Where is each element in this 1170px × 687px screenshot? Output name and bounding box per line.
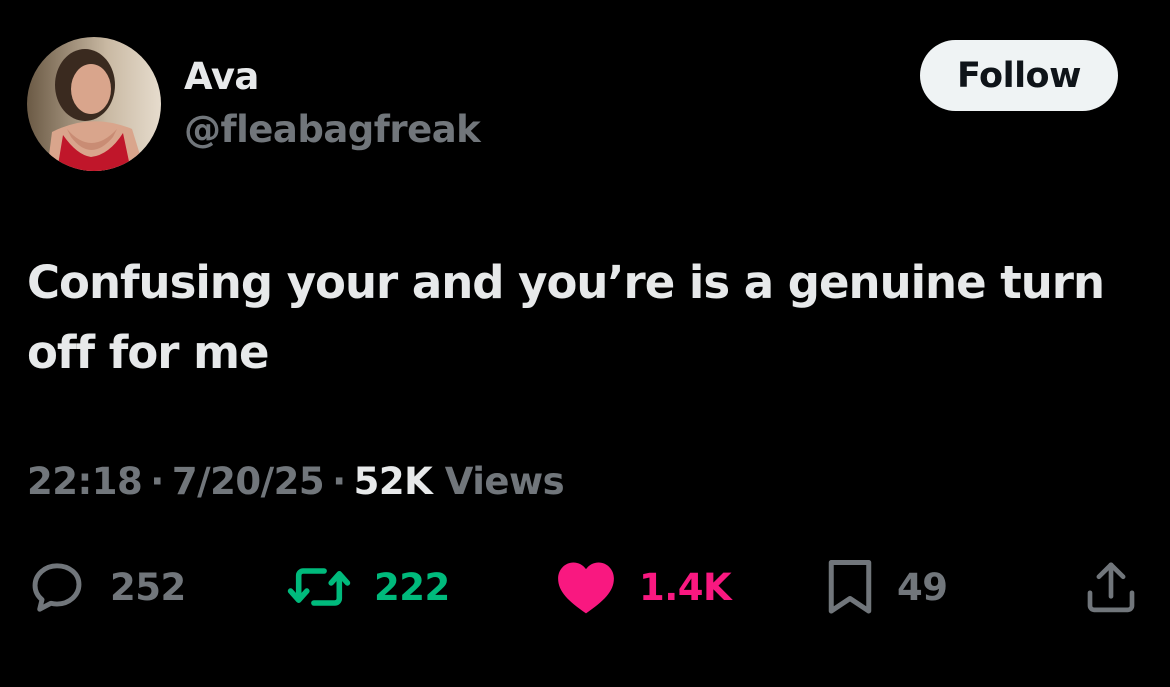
bookmark-button[interactable]: 49	[825, 555, 948, 619]
tweet-time[interactable]: 22:18	[27, 460, 143, 503]
action-bar: 252 222 1.4K 49	[0, 555, 1170, 619]
reply-icon	[32, 563, 82, 612]
reply-button[interactable]: 252	[26, 555, 186, 619]
bookmark-icon	[828, 560, 872, 614]
meta-separator: ·	[150, 460, 164, 503]
tweet-meta: 22:18 · 7/20/25 · 52K Views	[27, 460, 565, 503]
like-count: 1.4K	[639, 565, 732, 609]
like-button[interactable]: 1.4K	[555, 555, 732, 619]
share-button[interactable]	[1083, 555, 1139, 619]
profile-photo-icon	[27, 37, 161, 171]
meta-separator: ·	[332, 460, 346, 503]
retweet-count: 222	[374, 565, 450, 609]
heart-icon	[558, 562, 614, 614]
tweet-text: Confusing your and you’re is a genuine t…	[27, 256, 1105, 379]
user-handle[interactable]: @fleabagfreak	[184, 108, 481, 151]
views-count: 52K	[353, 460, 433, 503]
display-name[interactable]: Ava	[184, 55, 259, 98]
reply-count: 252	[110, 565, 186, 609]
views-label: Views	[444, 460, 565, 503]
tweet-date[interactable]: 7/20/25	[172, 460, 325, 503]
share-icon	[1087, 562, 1135, 613]
retweet-button[interactable]: 222	[286, 555, 450, 619]
avatar[interactable]	[27, 37, 161, 171]
bookmark-count: 49	[897, 565, 948, 609]
retweet-icon	[287, 568, 351, 606]
follow-button[interactable]: Follow	[920, 40, 1118, 111]
